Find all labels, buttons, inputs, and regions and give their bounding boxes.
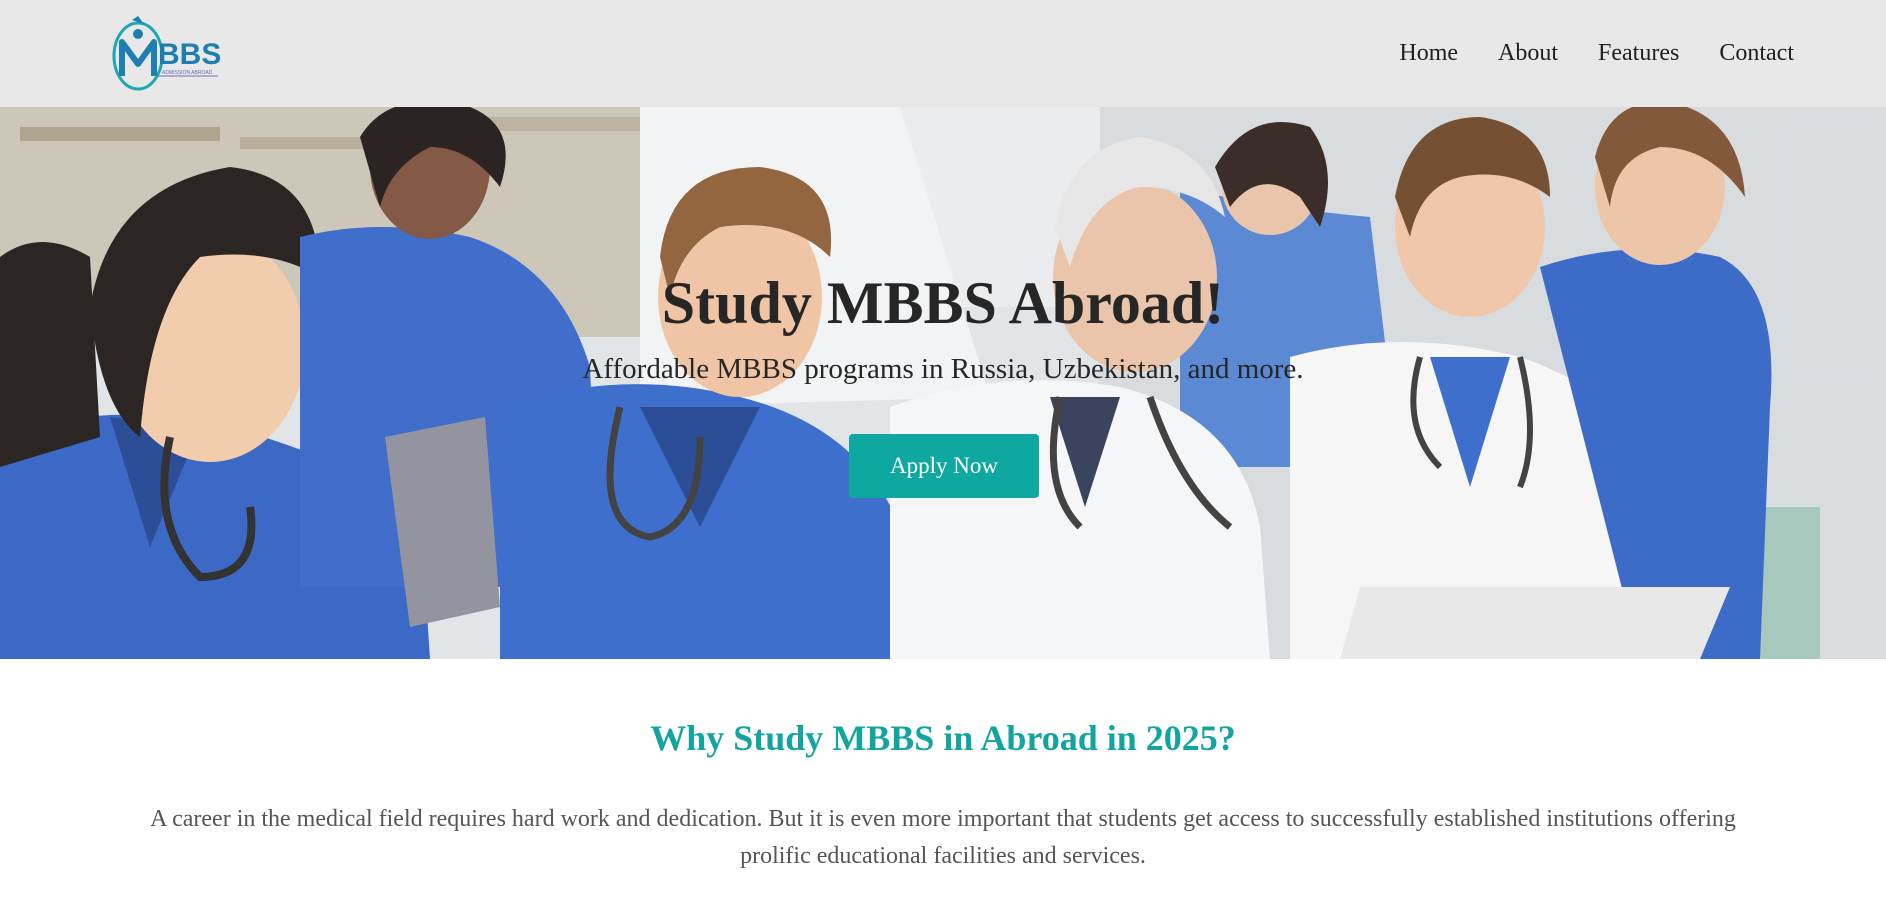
svg-text:BBS: BBS	[158, 38, 220, 71]
nav-features-link[interactable]: Features	[1598, 40, 1679, 67]
hero-section: Study MBBS Abroad! Affordable MBBS progr…	[0, 107, 1886, 659]
apply-now-button[interactable]: Apply Now	[849, 434, 1039, 498]
main-nav: Home About Features Contact	[1399, 0, 1794, 107]
hero-subtitle: Affordable MBBS programs in Russia, Uzbe…	[582, 353, 1304, 385]
svg-text:ADMISSION ABROAD: ADMISSION ABROAD	[162, 70, 213, 76]
site-logo[interactable]: BBS ADMISSION ABROAD	[110, 12, 220, 92]
nav-contact-link[interactable]: Contact	[1719, 40, 1794, 67]
nav-about-link[interactable]: About	[1498, 40, 1558, 67]
why-study-title: Why Study MBBS in Abroad in 2025?	[650, 718, 1236, 758]
nav-home-link[interactable]: Home	[1399, 40, 1458, 67]
why-study-text: A career in the medical field requires h…	[150, 806, 1736, 869]
hero-title: Study MBBS Abroad!	[661, 270, 1225, 336]
caduceus-plane-logo-icon: BBS ADMISSION ABROAD	[112, 16, 220, 91]
site-header: BBS ADMISSION ABROAD Home About Features…	[0, 0, 1886, 107]
